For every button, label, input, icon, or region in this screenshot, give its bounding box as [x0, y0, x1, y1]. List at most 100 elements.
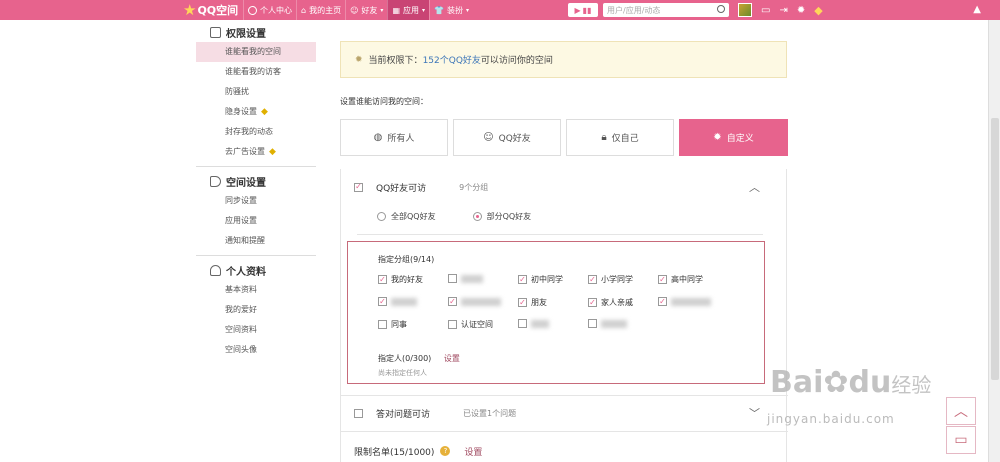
radio-button[interactable]	[472, 211, 482, 221]
sidebar-item-space-avatar[interactable]: 空间头像	[196, 340, 316, 360]
baidu-watermark: Bai✿du经验	[770, 368, 931, 400]
group-option[interactable]: ✓ 我的好友	[378, 274, 423, 285]
sidebar-item-notifications[interactable]: 通知和提醒	[196, 231, 316, 251]
qq-friends-count: 9个分组	[459, 182, 489, 192]
sidebar-item-remove-ads[interactable]: 去广告设置 ◆	[196, 142, 316, 162]
window-icon: ▭	[954, 432, 968, 448]
gear-icon: ✹	[713, 132, 722, 143]
gear-icon: ✹	[355, 54, 363, 65]
diamond-icon[interactable]: ◆	[814, 4, 822, 17]
search-placeholder: 用户/应用/动态	[607, 5, 661, 15]
option-qq-friends[interactable]: ☺ QQ好友	[453, 119, 561, 156]
group-option[interactable]: 同事	[378, 319, 407, 330]
blacklist-row: 限制名单(15/1000) ? 设置	[341, 444, 788, 458]
group-checkbox[interactable]	[448, 274, 457, 283]
group-option[interactable]	[448, 274, 483, 283]
help-icon[interactable]: ?	[440, 446, 451, 456]
group-checkbox[interactable]	[518, 319, 527, 328]
persons-settings-link[interactable]: 设置	[444, 354, 460, 363]
chevron-up-icon[interactable]: ︿	[749, 179, 760, 195]
group-checkbox[interactable]: ✓	[518, 298, 527, 307]
group-option[interactable]: ✓ 初中同学	[518, 274, 563, 285]
scrollbar-thumb[interactable]	[991, 118, 999, 380]
group-option[interactable]: ✓ 家人亲戚	[588, 297, 633, 308]
group-checkbox[interactable]: ✓	[658, 275, 667, 284]
group-checkbox[interactable]: ✓	[378, 297, 387, 306]
option-only-me[interactable]: 🔒︎ 仅自己	[566, 119, 674, 156]
group-label: 我的好友	[391, 275, 423, 284]
group-checkbox[interactable]	[588, 319, 597, 328]
scroll-top-icon[interactable]: ▲	[973, 4, 981, 15]
mail-icon[interactable]: ▭	[761, 5, 770, 16]
sidebar-item-space-info[interactable]: 空间资料	[196, 320, 316, 340]
search-input[interactable]: 用户/应用/动态	[603, 3, 729, 17]
sidebar-item-who-can-view-visitors[interactable]: 谁能看我的访客	[196, 62, 316, 82]
group-checkbox[interactable]: ✓	[588, 275, 597, 284]
radio-part-friends[interactable]: 部分QQ好友	[472, 211, 531, 222]
radio-all-friends[interactable]: 全部QQ好友	[377, 211, 436, 222]
group-option[interactable]: ✓	[658, 297, 711, 306]
question-checkbox[interactable]	[354, 408, 363, 418]
sidebar-item-label: 谁能看我的访客	[225, 67, 281, 76]
logout-icon[interactable]: ⇥	[779, 5, 787, 16]
gear-icon[interactable]: ✹	[797, 5, 805, 16]
group-checkbox[interactable]: ✓	[588, 298, 597, 307]
group-checkbox[interactable]: ✓	[518, 275, 527, 284]
notice-friend-count[interactable]: 152个QQ好友	[423, 53, 481, 66]
group-option[interactable]: ✓ 朋友	[518, 297, 547, 308]
search-icon[interactable]	[717, 5, 725, 13]
scrollbar[interactable]	[988, 20, 1000, 462]
group-checkbox[interactable]: ✓	[448, 297, 457, 306]
lock-icon: 🔒︎	[601, 132, 607, 143]
sidebar-item-who-can-view[interactable]: 谁能看我的空间	[196, 42, 316, 62]
section-title-label: 个人资料	[226, 266, 266, 278]
group-checkbox[interactable]	[378, 320, 387, 329]
persons-label: 指定人(0/300)	[378, 354, 432, 363]
nav-dressup[interactable]: 👕 装扮 ▾	[429, 0, 473, 20]
sidebar-item-app-settings[interactable]: 应用设置	[196, 211, 316, 231]
notice-prefix: 当前权限下：	[368, 56, 423, 66]
music-player-button[interactable]: ▶ ▮▮	[568, 3, 598, 17]
group-option[interactable]	[518, 319, 549, 328]
watermark-text: du	[848, 365, 892, 400]
nav-my-homepage[interactable]: ⌂ 我的主页	[296, 0, 345, 20]
group-label: 家人亲戚	[601, 298, 633, 307]
feedback-button[interactable]: ▭	[946, 426, 976, 454]
group-option[interactable]: ✓ 高中同学	[658, 274, 703, 285]
group-checkbox[interactable]: ✓	[378, 275, 387, 284]
option-custom[interactable]: ✹ 自定义	[679, 119, 788, 156]
custom-settings-panel: ✓ QQ好友可访 9个分组 ︿ 全部QQ好友 部分QQ好友 指定分组(9/14)…	[340, 169, 788, 462]
group-option[interactable]: 认证空间	[448, 319, 493, 330]
avatar[interactable]	[738, 3, 752, 17]
nav-apps[interactable]: ▦ 应用 ▾	[387, 0, 430, 20]
sidebar-item-anti-harass[interactable]: 防骚扰	[196, 82, 316, 102]
radio-label: 全部QQ好友	[391, 211, 436, 221]
group-checkbox[interactable]: ✓	[658, 297, 667, 306]
sidebar-item-basic-info[interactable]: 基本资料	[196, 280, 316, 300]
nav-personal-center[interactable]: 个人中心	[243, 0, 296, 20]
sidebar-item-label: 防骚扰	[225, 87, 249, 96]
group-option[interactable]: ✓ 小学同学	[588, 274, 633, 285]
chevron-down-icon[interactable]: ﹀	[749, 405, 760, 421]
sidebar-item-label: 通知和提醒	[225, 236, 265, 245]
sidebar-item-sync[interactable]: 同步设置	[196, 191, 316, 211]
group-checkbox[interactable]	[448, 320, 457, 329]
group-label: 同事	[391, 320, 407, 329]
blacklist-settings-link[interactable]: 设置	[464, 445, 482, 458]
group-option[interactable]: ✓	[378, 297, 417, 306]
group-label: 小学同学	[601, 275, 633, 284]
option-everyone[interactable]: ◍ 所有人	[340, 119, 448, 156]
sidebar-item-invisible[interactable]: 隐身设置 ◆	[196, 102, 316, 122]
sidebar-item-label: 应用设置	[225, 216, 257, 225]
group-option[interactable]: ✓	[448, 297, 501, 306]
sidebar-item-archive-feeds[interactable]: 封存我的动态	[196, 122, 316, 142]
group-option[interactable]	[588, 319, 627, 328]
sidebar-item-hobbies[interactable]: 我的爱好	[196, 300, 316, 320]
radio-button[interactable]	[377, 211, 386, 221]
nav-friends[interactable]: ☺ 好友 ▾	[345, 0, 387, 20]
qq-friends-checkbox[interactable]: ✓	[354, 182, 363, 192]
question-row: 答对问题可访 已设置1个问题 ﹀	[341, 405, 788, 421]
qzone-logo[interactable]: ★ QQ空间	[183, 1, 243, 19]
back-to-top-button[interactable]: ︿	[946, 397, 976, 425]
group-label: 高中同学	[671, 275, 703, 284]
